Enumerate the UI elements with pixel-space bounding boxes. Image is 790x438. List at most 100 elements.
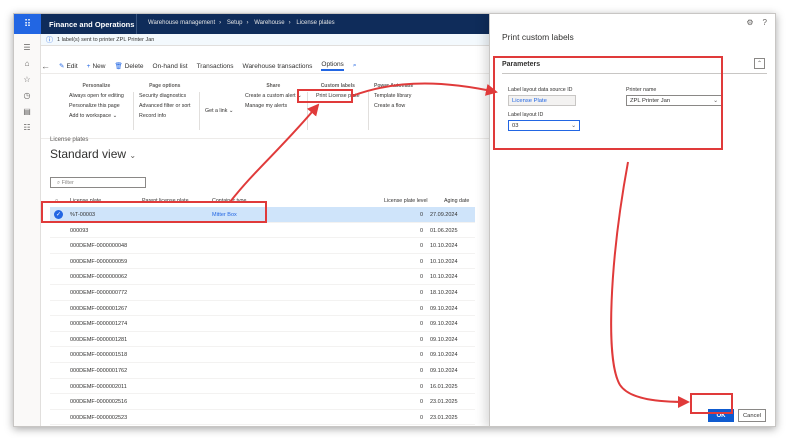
table-row[interactable]: 000DEMF-0000000048 0 10.10.2024 (50, 238, 475, 254)
back-icon[interactable]: ← (41, 61, 50, 71)
delete-button[interactable]: 🗑 Delete (114, 62, 143, 70)
breadcrumb-item[interactable]: Setup (227, 20, 243, 26)
column-license-plate[interactable]: License plate (70, 198, 101, 204)
parameters-section-header[interactable]: Parameters (502, 58, 767, 74)
star-icon[interactable]: ☆ (22, 74, 32, 84)
breadcrumb-item[interactable]: Warehouse management (148, 20, 215, 26)
home-icon[interactable]: ⌂ (22, 58, 32, 68)
advanced-filter-button[interactable]: Advanced filter or sort (139, 103, 191, 109)
cell-license-plate[interactable]: 000DEMF-0000001518 (70, 352, 127, 358)
table-row[interactable]: 000DEMF-0000001518 0 09.10.2024 (50, 347, 475, 363)
table-row[interactable]: 000DEMF-0000000062 0 10.10.2024 (50, 269, 475, 285)
chevron-down-icon: ⌄ (129, 151, 137, 160)
table-row[interactable]: 000DEMF-0000002011 0 16.01.2025 (50, 379, 475, 395)
table-row[interactable]: 000DEMF-0000000059 0 10.10.2024 (50, 254, 475, 270)
print-license-plate-button[interactable]: Print License plate (316, 93, 360, 99)
breadcrumb-item[interactable]: Warehouse (254, 20, 284, 26)
create-flow-button[interactable]: Create a flow (374, 103, 413, 109)
chevron-down-icon: ⌄ (112, 113, 118, 119)
column-container-type[interactable]: Container type (212, 198, 246, 204)
cell-license-plate[interactable]: %T-00003 (70, 212, 95, 218)
group-custom-labels: Custom labels Print License plate (316, 83, 360, 103)
cell-level: 0 (420, 258, 424, 265)
cell-license-plate[interactable]: 000DEMF-0000002516 (70, 399, 127, 405)
tab-onhand-list[interactable]: On-hand list (153, 63, 188, 70)
column-aging-date[interactable]: Aging date (444, 198, 469, 204)
cell-aging-date: 23.01.2025 (430, 399, 458, 406)
chevron-down-icon: ⌄ (571, 123, 576, 129)
cell-license-plate[interactable]: 000DEMF-0000002011 (70, 384, 127, 390)
filter-input[interactable]: ⌕ Filter (50, 177, 146, 188)
grid-header: ○ License plate Parent license plate Con… (50, 197, 475, 206)
record-info-button[interactable]: Record info (139, 113, 191, 119)
view-selector[interactable]: Standard view ⌄ (50, 147, 136, 161)
clock-icon[interactable]: ◷ (22, 90, 32, 100)
dialog-title: Print custom labels (502, 32, 574, 42)
settings-icon[interactable]: ⚙ (746, 18, 753, 27)
new-button[interactable]: + New (87, 63, 106, 70)
waffle-icon[interactable]: ⠿ (14, 14, 41, 34)
cell-aging-date: 16.01.2025 (430, 383, 458, 390)
cell-aging-date: 18.10.2024 (430, 289, 458, 296)
personalize-page-button[interactable]: Personalize this page (69, 103, 124, 109)
add-to-workspace-button[interactable]: Add to workspace ⌄ (69, 113, 124, 119)
table-row[interactable]: 000DEMF-0000001281 0 09.10.2024 (50, 332, 475, 348)
ok-button[interactable]: OK (708, 409, 734, 422)
layout-id-select[interactable]: 03 ⌄ (508, 120, 580, 131)
column-parent-license-plate[interactable]: Parent license plate (142, 198, 189, 204)
tab-transactions[interactable]: Transactions (197, 63, 234, 70)
help-icon[interactable]: ? (763, 18, 767, 27)
manage-alerts-button[interactable]: Manage my alerts (245, 103, 302, 109)
app-name[interactable]: Finance and Operations (49, 20, 134, 29)
modules-icon[interactable]: ☷ (22, 122, 32, 132)
table-row[interactable]: 000DEMF-0000002516 0 23.01.2025 (50, 394, 475, 410)
table-row[interactable]: 000093 0 01.06.2025 (50, 223, 475, 239)
printer-name-select[interactable]: ZPL Printer Jan ⌄ (626, 95, 722, 106)
cell-license-plate[interactable]: 000DEMF-0000000062 (70, 274, 127, 280)
column-license-plate-level[interactable]: License plate level (384, 198, 428, 204)
cancel-button[interactable]: Cancel (738, 409, 766, 422)
group-title: Share (266, 83, 281, 89)
cell-level: 0 (420, 305, 424, 312)
cell-license-plate[interactable]: 000DEMF-0000001274 (70, 321, 127, 327)
edit-button[interactable]: ✎ Edit (59, 62, 78, 70)
checkmark-icon[interactable]: ✓ (54, 210, 63, 219)
source-id-field[interactable]: License Plate (508, 95, 576, 106)
cell-license-plate[interactable]: 000DEMF-0000001762 (70, 368, 127, 374)
table-row[interactable]: 000DEMF-0000001267 0 09.10.2024 (50, 301, 475, 317)
cell-license-plate[interactable]: 000DEMF-0000000059 (70, 259, 127, 265)
cell-license-plate[interactable]: 000DEMF-0000002523 (70, 415, 127, 421)
printer-name-value: ZPL Printer Jan (630, 98, 671, 104)
table-row[interactable]: 000DEMF-0000000772 0 18.10.2024 (50, 285, 475, 301)
workspace-icon[interactable]: ▤ (22, 106, 32, 116)
create-custom-alert-button[interactable]: Create a custom alert ⌄ (245, 93, 302, 99)
cell-license-plate[interactable]: 000DEMF-0000001267 (70, 306, 127, 312)
get-link-button[interactable]: Get a link ⌄ (205, 108, 233, 114)
cell-aging-date: 09.10.2024 (430, 367, 458, 374)
app-window: ⠿ ☰ ⌂ ☆ ◷ ▤ ☷ Finance and Operations War… (13, 13, 776, 427)
group-title: Power Automate (374, 83, 414, 89)
cell-license-plate[interactable]: 000DEMF-0000000048 (70, 243, 127, 249)
table-row[interactable]: 000DEMF-0000001274 0 09.10.2024 (50, 316, 475, 332)
select-all-radio[interactable]: ○ (55, 198, 58, 204)
always-open-editing-button[interactable]: Always open for editing (69, 93, 124, 99)
table-row[interactable]: ✓ %T-00003 Mitter Box 0 27.09.2024 (50, 207, 475, 223)
tab-warehouse-transactions[interactable]: Warehouse transactions (243, 63, 313, 70)
divider (199, 92, 200, 130)
hamburger-icon[interactable]: ☰ (22, 42, 32, 52)
tab-options[interactable]: Options (321, 61, 344, 71)
info-message-bar: ⓘ 1 label(s) sent to printer ZPL Printer… (41, 34, 489, 46)
cell-container-type[interactable]: Mitter Box (212, 212, 237, 218)
breadcrumb-item[interactable]: License plates (296, 20, 334, 26)
search-icon[interactable]: ⌕ (353, 62, 357, 70)
security-diagnostics-button[interactable]: Security diagnostics (139, 93, 191, 99)
divider (307, 92, 308, 130)
cell-license-plate[interactable]: 000093 (70, 228, 88, 234)
chevron-up-icon[interactable]: ⌃ (754, 58, 765, 69)
group-personalize: Personalize Always open for editing Pers… (69, 83, 124, 123)
table-row[interactable]: 000DEMF-0000001762 0 09.10.2024 (50, 363, 475, 379)
cell-license-plate[interactable]: 000DEMF-0000001281 (70, 337, 127, 343)
template-library-button[interactable]: Template library (374, 93, 413, 99)
table-row[interactable]: 000DEMF-0000002523 0 23.01.2025 (50, 410, 475, 426)
cell-license-plate[interactable]: 000DEMF-0000000772 (70, 290, 127, 296)
